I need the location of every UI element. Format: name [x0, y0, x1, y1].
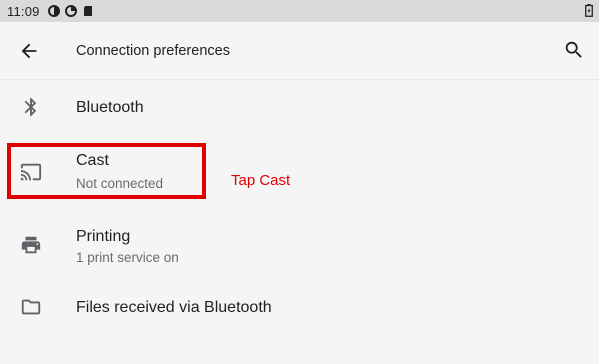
status-bar: 11:09 — [0, 0, 599, 22]
pref-item-printing[interactable]: Printing 1 print service on — [0, 214, 599, 274]
pref-item-files-received[interactable]: Files received via Bluetooth — [0, 282, 599, 332]
page-title: Connection preferences — [76, 43, 230, 59]
print-icon — [21, 236, 41, 254]
pref-title: Bluetooth — [76, 99, 144, 116]
data-saver-icon — [47, 5, 60, 17]
annotation-label: Tap Cast — [231, 172, 291, 189]
folder-icon — [21, 299, 41, 315]
arrow-back-icon[interactable] — [18, 40, 40, 62]
annotation-highlight-box — [7, 143, 206, 199]
sd-card-icon — [83, 6, 92, 16]
data-saver-icon — [64, 5, 77, 17]
pref-title: Files received via Bluetooth — [76, 299, 272, 316]
status-time: 11:09 — [7, 3, 40, 19]
app-bar: Connection preferences — [0, 22, 599, 80]
pref-summary: 1 print service on — [76, 250, 179, 265]
pref-item-bluetooth[interactable]: Bluetooth — [0, 80, 599, 132]
pref-title: Printing — [76, 228, 131, 245]
battery-icon — [585, 4, 593, 17]
bluetooth-icon — [24, 97, 37, 117]
settings-screen: 11:09 Connection preferences Bluetooth C… — [0, 0, 599, 364]
search-icon[interactable] — [563, 39, 585, 61]
